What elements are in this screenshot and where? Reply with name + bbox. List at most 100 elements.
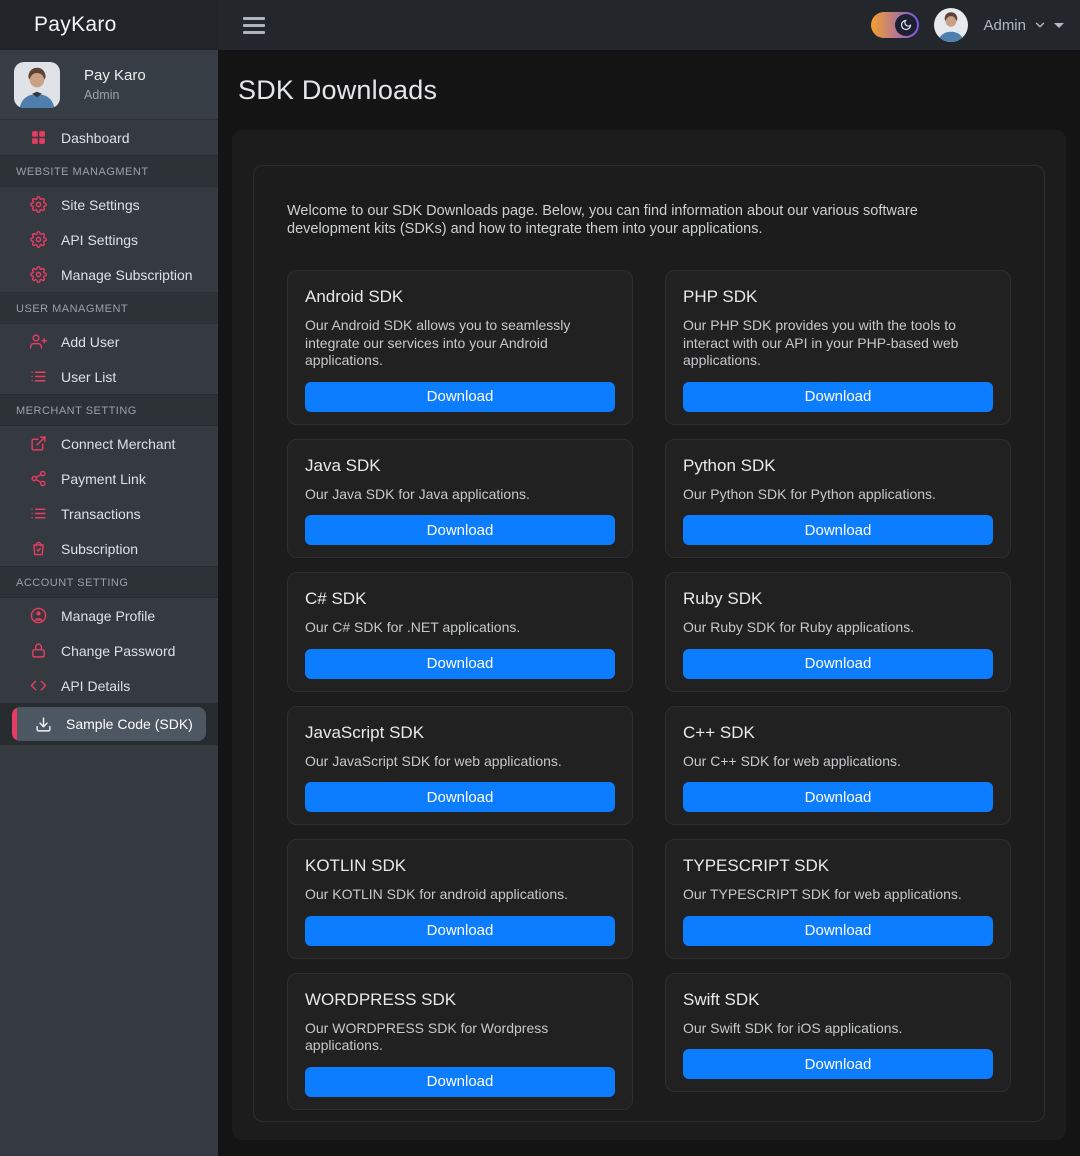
sidebar-section-merchant-setting: MERCHANT SETTING [0,394,218,426]
sidebar-item-label: API Settings [61,232,138,248]
sdk-card-description: Our Ruby SDK for Ruby applications. [683,619,993,637]
sdk-card-php: PHP SDK Our PHP SDK provides you with th… [665,270,1011,425]
sidebar-item-subscription[interactable]: Subscription [0,531,218,566]
sdk-card-android: Android SDK Our Android SDK allows you t… [287,270,633,425]
sdk-card-ruby: Ruby SDK Our Ruby SDK for Ruby applicati… [665,572,1011,692]
welcome-text: Welcome to our SDK Downloads page. Below… [287,202,977,238]
download-button[interactable]: Download [683,782,993,812]
gear-icon [29,196,47,214]
sdk-card-title: Ruby SDK [683,589,993,609]
sidebar-section-user-management: USER MANAGMENT [0,292,218,324]
sidebar-item-site-settings[interactable]: Site Settings [0,187,218,222]
sidebar-item-manage-profile[interactable]: Manage Profile [0,598,218,633]
sdk-card-description: Our JavaScript SDK for web applications. [305,753,615,771]
active-indicator [12,707,17,741]
download-button[interactable]: Download [683,916,993,946]
sidebar-item-sample-code-sdk[interactable]: Sample Code (SDK) [0,703,218,745]
download-button[interactable]: Download [683,382,993,412]
sdk-card-title: C# SDK [305,589,615,609]
download-button[interactable]: Download [683,649,993,679]
download-button[interactable]: Download [305,515,615,545]
download-button[interactable]: Download [305,916,615,946]
sdk-card-description: Our Java SDK for Java applications. [305,486,615,504]
download-button[interactable]: Download [305,782,615,812]
download-button[interactable]: Download [305,382,615,412]
sidebar-item-dashboard[interactable]: Dashboard [0,120,218,155]
sdk-card-title: Java SDK [305,456,615,476]
content-panel: Welcome to our SDK Downloads page. Below… [232,130,1066,1140]
grid-icon [29,129,47,147]
profile-name: Pay Karo [84,67,146,84]
sidebar-item-label: Add User [61,334,119,350]
download-button[interactable]: Download [305,649,615,679]
caret-down-icon [1054,23,1064,28]
share-icon [29,470,47,488]
sidebar-item-label: Change Password [61,643,175,659]
sdk-card-title: WORDPRESS SDK [305,990,615,1010]
gear-icon [29,266,47,284]
list-icon [29,368,47,386]
theme-toggle[interactable] [871,12,919,38]
sidebar-item-transactions[interactable]: Transactions [0,496,218,531]
sidebar-item-user-list[interactable]: User List [0,359,218,394]
topbar: Admin [218,0,1080,50]
sidebar-item-label: Transactions [61,506,141,522]
sdk-card-kotlin: KOTLIN SDK Our KOTLIN SDK for android ap… [287,839,633,959]
profile-avatar [14,62,60,108]
sidebar-item-connect-merchant[interactable]: Connect Merchant [0,426,218,461]
sidebar-item-label: Dashboard [61,130,130,146]
sidebar-section-account-setting: ACCOUNT SETTING [0,566,218,598]
moon-icon [895,14,917,36]
sdk-card-description: Our Python SDK for Python applications. [683,486,993,504]
brand-logo: PayKaro [0,0,218,50]
sidebar-item-api-settings[interactable]: API Settings [0,222,218,257]
sidebar-item-add-user[interactable]: Add User [0,324,218,359]
sdk-card-title: Python SDK [683,456,993,476]
external-link-icon [29,435,47,453]
sidebar-item-label: Payment Link [61,471,146,487]
sidebar-item-change-password[interactable]: Change Password [0,633,218,668]
gear-icon [29,231,47,249]
sidebar-item-label: Manage Profile [61,608,155,624]
sdk-card-wordpress: WORDPRESS SDK Our WORDPRESS SDK for Word… [287,973,633,1110]
sdk-card-title: C++ SDK [683,723,993,743]
profile-role: Admin [84,88,146,102]
sidebar-item-label: User List [61,369,116,385]
sdk-card-python: Python SDK Our Python SDK for Python app… [665,439,1011,559]
sdk-grid: Android SDK Our Android SDK allows you t… [287,270,1011,1110]
sdk-card-description: Our KOTLIN SDK for android applications. [305,886,615,904]
sdk-card-title: PHP SDK [683,287,993,307]
sidebar-item-payment-link[interactable]: Payment Link [0,461,218,496]
admin-label: Admin [983,17,1026,34]
sidebar-item-label: Subscription [61,541,138,557]
sidebar-item-label: Manage Subscription [61,267,193,283]
download-button[interactable]: Download [683,1049,993,1079]
download-button[interactable]: Download [305,1067,615,1097]
hamburger-menu-icon[interactable] [243,17,265,34]
sidebar-item-label: Sample Code (SDK) [66,716,193,732]
sdk-card-description: Our WORDPRESS SDK for Wordpress applicat… [305,1020,615,1055]
sdk-card-cpp: C++ SDK Our C++ SDK for web applications… [665,706,1011,826]
user-avatar[interactable] [934,8,968,42]
sidebar-item-api-details[interactable]: API Details [0,668,218,703]
admin-dropdown[interactable]: Admin [983,17,1064,34]
bag-check-icon [29,540,47,558]
sdk-card-description: Our TYPESCRIPT SDK for web applications. [683,886,993,904]
download-button[interactable]: Download [683,515,993,545]
person-circle-icon [29,607,47,625]
sidebar-item-manage-subscription[interactable]: Manage Subscription [0,257,218,292]
page-title: SDK Downloads [238,75,437,106]
main-area: Admin SDK Downloads Welcome to our SDK D… [218,0,1080,1156]
sidebar-section-website-management: WEBSITE MANAGMENT [0,155,218,187]
sdk-card-typescript: TYPESCRIPT SDK Our TYPESCRIPT SDK for we… [665,839,1011,959]
sidebar-item-label: API Details [61,678,130,694]
sidebar-item-label: Connect Merchant [61,436,175,452]
sdk-card-description: Our Android SDK allows you to seamlessly… [305,317,615,370]
sdk-card-csharp: C# SDK Our C# SDK for .NET applications.… [287,572,633,692]
sidebar-item-label: Site Settings [61,197,140,213]
sdk-card-description: Our C# SDK for .NET applications. [305,619,615,637]
sdk-card-title: TYPESCRIPT SDK [683,856,993,876]
sdk-card-description: Our C++ SDK for web applications. [683,753,993,771]
sdk-container: Welcome to our SDK Downloads page. Below… [253,165,1045,1122]
sdk-card-javascript: JavaScript SDK Our JavaScript SDK for we… [287,706,633,826]
